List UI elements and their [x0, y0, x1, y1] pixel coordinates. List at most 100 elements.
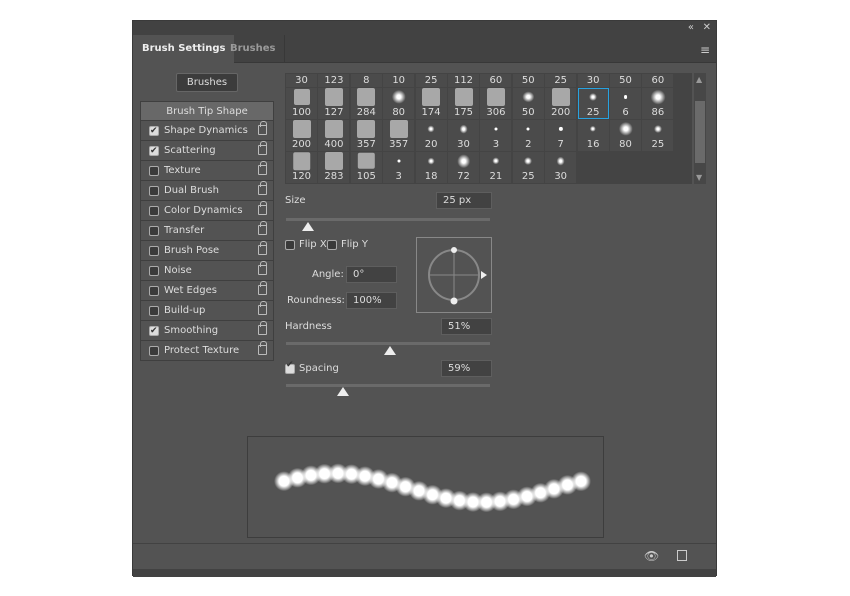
brushes-button[interactable]: Brushes [176, 73, 238, 92]
brush-preset[interactable]: 25 [512, 152, 544, 183]
angle-field[interactable]: 0° [346, 266, 397, 283]
tab-brushes[interactable]: Brushes [221, 35, 286, 63]
lock-icon[interactable] [258, 321, 267, 335]
brush-size-label[interactable]: 123 [318, 74, 350, 87]
brush-preset[interactable]: 120 [286, 152, 317, 183]
lock-icon[interactable] [258, 281, 267, 295]
scroll-thumb[interactable] [695, 101, 705, 163]
brush-preset[interactable]: 7 [545, 120, 577, 151]
hardness-slider-track[interactable] [286, 342, 490, 345]
brush-preset[interactable]: 283 [318, 152, 350, 183]
hardness-slider-thumb[interactable] [384, 346, 397, 355]
brush-preset[interactable]: 2 [512, 120, 544, 151]
brush-preset[interactable]: 80 [610, 120, 641, 151]
checkbox[interactable] [149, 186, 159, 196]
lock-icon[interactable] [258, 121, 267, 135]
checkbox[interactable] [149, 246, 159, 256]
tab-brush-settings[interactable]: Brush Settings [133, 35, 235, 63]
size-slider-thumb[interactable] [302, 222, 315, 231]
sidebar-item[interactable]: Brush Pose [140, 241, 274, 261]
sidebar-item[interactable]: Noise [140, 261, 274, 281]
brush-preset[interactable]: 30 [448, 120, 479, 151]
scroll-down-icon[interactable]: ▼ [696, 173, 702, 182]
brush-preset[interactable]: 72 [448, 152, 479, 183]
brush-preset[interactable]: 200 [286, 120, 317, 151]
angle-roundness-dial[interactable] [416, 237, 492, 313]
brush-preset[interactable]: 200 [545, 88, 577, 119]
brush-preset[interactable]: 100 [286, 88, 317, 119]
brush-preset[interactable]: 30 [545, 152, 577, 183]
brush-preset[interactable]: 25 [642, 120, 674, 151]
brush-preset[interactable]: 6 [610, 88, 641, 119]
sidebar-item[interactable]: Scattering [140, 141, 274, 161]
checkbox[interactable] [149, 122, 159, 141]
lock-icon[interactable] [258, 181, 267, 195]
hardness-field[interactable]: 51% [441, 318, 492, 335]
brush-size-label[interactable]: 25 [545, 74, 577, 87]
sidebar-item[interactable]: Build-up [140, 301, 274, 321]
spacing-slider-track[interactable] [286, 384, 490, 387]
brush-preset[interactable]: 357 [383, 120, 415, 151]
sidebar-item[interactable]: Smoothing [140, 321, 274, 341]
brush-preset[interactable]: 16 [577, 120, 609, 151]
brush-preset[interactable]: 18 [415, 152, 447, 183]
sidebar-item[interactable]: Color Dynamics [140, 201, 274, 221]
roundness-field[interactable]: 100% [346, 292, 397, 309]
checkbox[interactable] [149, 286, 159, 296]
sidebar-item[interactable]: Wet Edges [140, 281, 274, 301]
spacing-field[interactable]: 59% [441, 360, 492, 377]
brush-preset[interactable]: 175 [448, 88, 479, 119]
brush-preset[interactable]: 50 [512, 88, 544, 119]
checkbox[interactable] [149, 142, 159, 161]
size-slider-track[interactable] [286, 218, 490, 221]
brush-size-label[interactable]: 25 [415, 74, 447, 87]
checkbox[interactable] [149, 226, 159, 236]
brush-size-label[interactable]: 8 [350, 74, 382, 87]
brush-size-label[interactable]: 112 [448, 74, 479, 87]
sidebar-item[interactable]: Texture [140, 161, 274, 181]
sidebar-item[interactable]: Protect Texture [140, 341, 274, 361]
brush-preset[interactable]: 127 [318, 88, 350, 119]
panel-menu-icon[interactable]: ≡ [700, 43, 710, 57]
brush-size-label[interactable]: 50 [512, 74, 544, 87]
checkbox[interactable] [149, 306, 159, 316]
brush-preset[interactable]: 284 [350, 88, 382, 119]
new-preset-icon[interactable] [677, 550, 687, 561]
close-icon[interactable]: ✕ [703, 21, 711, 35]
brush-preset[interactable]: 20 [415, 120, 447, 151]
lock-icon[interactable] [258, 241, 267, 255]
brush-size-label[interactable]: 60 [480, 74, 512, 87]
lock-icon[interactable] [258, 201, 267, 215]
brush-preset[interactable]: 400 [318, 120, 350, 151]
checkbox[interactable] [149, 322, 159, 341]
lock-icon[interactable] [258, 301, 267, 315]
size-field[interactable]: 25 px [436, 192, 492, 209]
brush-size-label[interactable]: 10 [383, 74, 415, 87]
sidebar-item[interactable]: Dual Brush [140, 181, 274, 201]
checkbox[interactable] [149, 166, 159, 176]
brush-preset[interactable]: 80 [383, 88, 415, 119]
lock-icon[interactable] [258, 161, 267, 175]
brush-preset[interactable]: 86 [642, 88, 674, 119]
lock-icon[interactable] [258, 141, 267, 155]
flip-x-checkbox[interactable] [285, 240, 295, 250]
brush-size-label[interactable]: 50 [610, 74, 641, 87]
collapse-icon[interactable]: « [688, 21, 694, 35]
brush-preset[interactable]: 174 [415, 88, 447, 119]
brush-preset[interactable]: 357 [350, 120, 382, 151]
lock-icon[interactable] [258, 341, 267, 355]
checkbox[interactable] [149, 266, 159, 276]
scroll-up-icon[interactable]: ▲ [696, 75, 702, 84]
brush-size-label[interactable]: 30 [577, 74, 609, 87]
brush-size-label[interactable]: 30 [286, 74, 317, 87]
lock-icon[interactable] [258, 221, 267, 235]
brush-preset[interactable]: 21 [480, 152, 512, 183]
eye-toggle-icon[interactable]: 👁 [644, 549, 659, 563]
resize-grip[interactable] [133, 569, 716, 577]
brush-preset[interactable]: 3 [383, 152, 415, 183]
spacing-checkbox[interactable] [285, 360, 295, 374]
brush-size-label[interactable]: 60 [642, 74, 674, 87]
checkbox[interactable] [149, 206, 159, 216]
sidebar-item[interactable]: Shape Dynamics [140, 121, 274, 141]
sidebar-item[interactable]: Brush Tip Shape [140, 101, 274, 121]
